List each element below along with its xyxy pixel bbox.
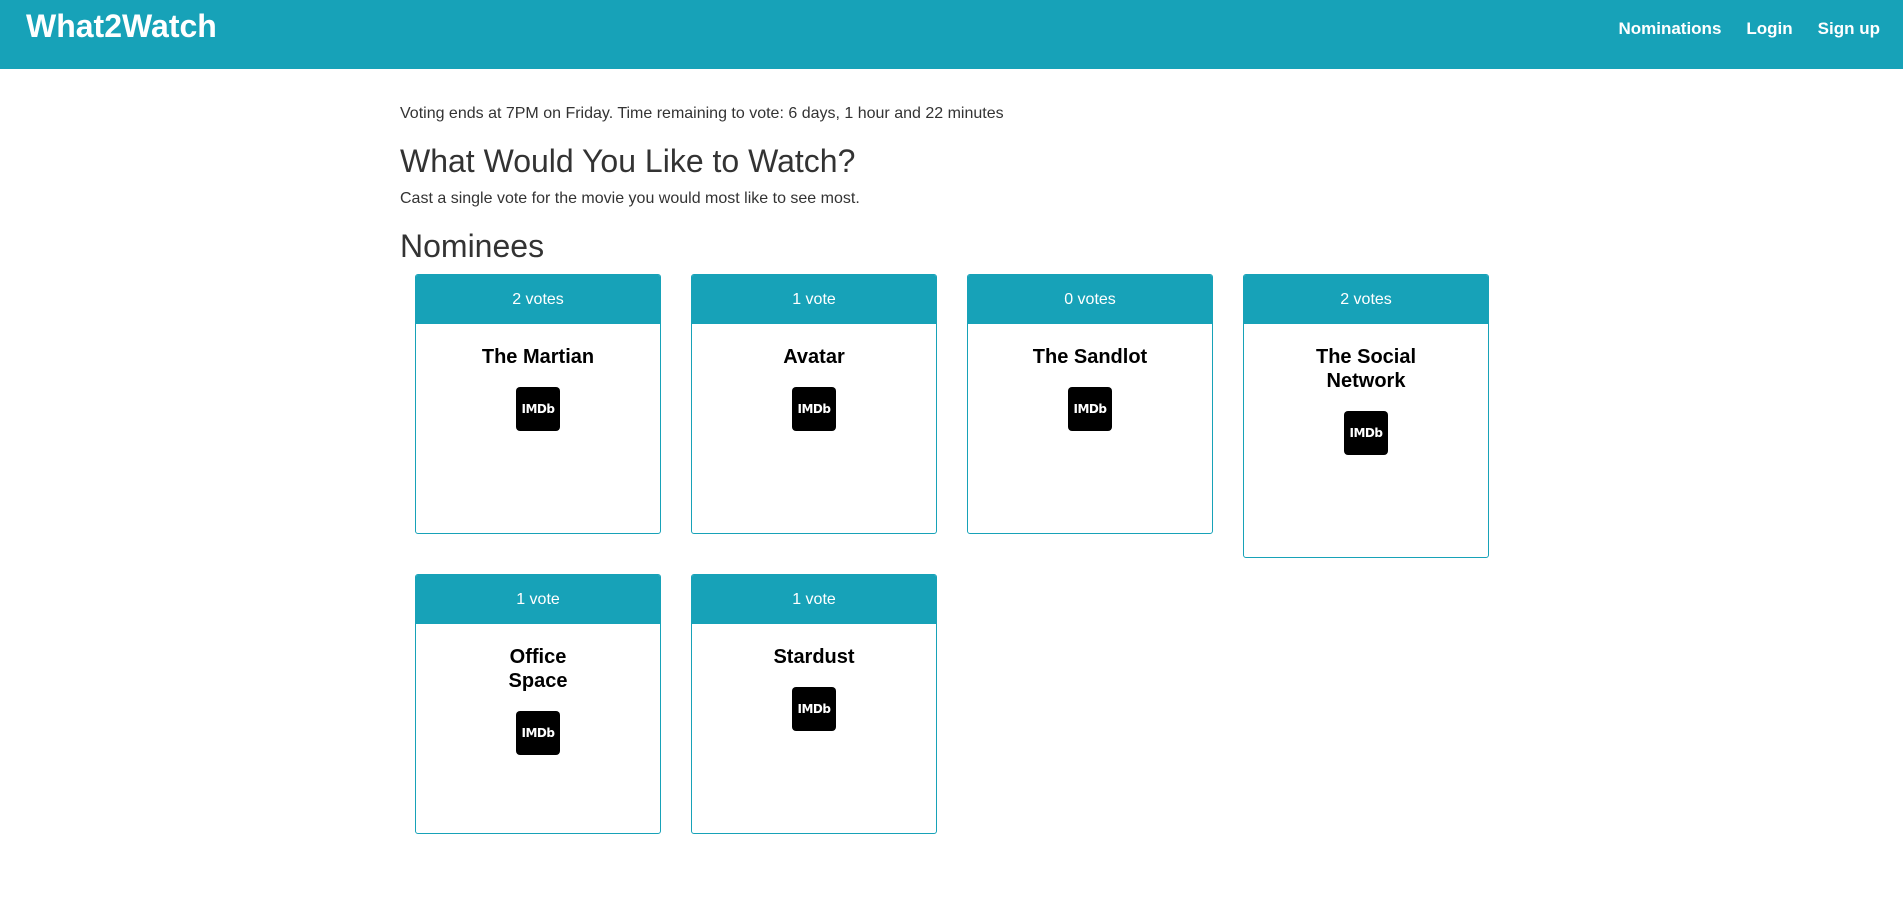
card-body: Office Space IMDb <box>416 624 660 755</box>
nominee-card[interactable]: 0 votes The Sandlot IMDb <box>967 274 1213 534</box>
vote-count: 2 votes <box>416 275 660 324</box>
imdb-icon[interactable]: IMDb <box>792 687 836 731</box>
nominee-card[interactable]: 1 vote Avatar IMDb <box>691 274 937 534</box>
imdb-icon[interactable]: IMDb <box>792 387 836 431</box>
nav-links: Nominations Login Sign up <box>1618 19 1880 39</box>
card-body: The Martian IMDb <box>416 324 660 431</box>
movie-title: The Sandlot <box>1032 346 1148 368</box>
navbar: What2Watch Nominations Login Sign up <box>0 0 1903 69</box>
card-body: Avatar IMDb <box>692 324 936 431</box>
card-body: The Sandlot IMDb <box>968 324 1212 431</box>
movie-title: Stardust <box>773 646 855 668</box>
vote-count: 2 votes <box>1244 275 1488 324</box>
voting-deadline-text: Voting ends at 7PM on Friday. Time remai… <box>400 105 1004 122</box>
movie-title: Office Space <box>508 646 568 692</box>
card-body: The Social Network IMDb <box>1244 324 1488 455</box>
page-subtitle: Cast a single vote for the movie you wou… <box>400 190 860 207</box>
card-body: Stardust IMDb <box>692 624 936 731</box>
brand-logo-link[interactable]: What2Watch <box>26 8 217 44</box>
nominee-card[interactable]: 2 votes The Martian IMDb <box>415 274 661 534</box>
nominee-card[interactable]: 1 vote Office Space IMDb <box>415 574 661 834</box>
nominees-heading: Nominees <box>400 228 545 264</box>
nav-link-nominations[interactable]: Nominations <box>1618 19 1721 39</box>
imdb-icon[interactable]: IMDb <box>516 711 560 755</box>
nav-link-signup[interactable]: Sign up <box>1818 19 1880 39</box>
movie-title: The Martian <box>481 346 595 368</box>
nominee-card[interactable]: 1 vote Stardust IMDb <box>691 574 937 834</box>
imdb-icon[interactable]: IMDb <box>516 387 560 431</box>
vote-count: 1 vote <box>416 575 660 624</box>
imdb-icon[interactable]: IMDb <box>1344 411 1388 455</box>
movie-title: Avatar <box>783 346 845 368</box>
nav-link-login[interactable]: Login <box>1746 19 1792 39</box>
movie-title: The Social Network <box>1315 346 1417 392</box>
vote-count: 1 vote <box>692 275 936 324</box>
nominee-card[interactable]: 2 votes The Social Network IMDb <box>1243 274 1489 558</box>
imdb-icon[interactable]: IMDb <box>1068 387 1112 431</box>
page-title: What Would You Like to Watch? <box>400 143 856 179</box>
vote-count: 0 votes <box>968 275 1212 324</box>
vote-count: 1 vote <box>692 575 936 624</box>
